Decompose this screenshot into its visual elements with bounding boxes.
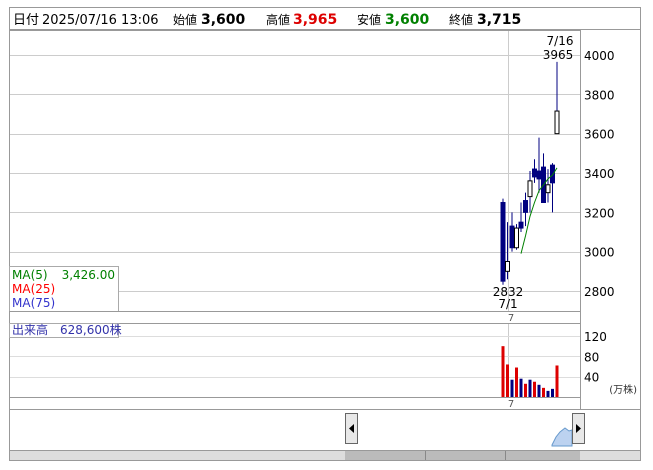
candle — [500, 198, 506, 285]
volume-bar — [551, 388, 554, 397]
volume-unit-label: (万株) — [609, 383, 637, 396]
header-high-value: 3,965 — [293, 12, 337, 28]
volume-tick-label: 40 — [584, 371, 599, 385]
candle-body — [518, 221, 524, 229]
volume-bar — [537, 384, 541, 397]
ma75-legend-label: MA(75) — [12, 296, 55, 310]
volume-tick-label: 120 — [584, 330, 607, 344]
price-tick-label: 3200 — [584, 206, 615, 220]
volume-bar — [524, 383, 527, 397]
volume-bar — [542, 387, 545, 397]
header-close-label: 終値 — [449, 12, 473, 27]
volume-bar — [506, 364, 509, 397]
volume-legend-label: 出来高 — [12, 322, 48, 337]
ma25-legend-label: MA(25) — [12, 282, 55, 296]
candle-body — [527, 180, 533, 198]
header-open-label: 始値 — [173, 12, 197, 27]
volume-xaxis-tick: 7 — [508, 399, 514, 410]
volume-bar — [501, 346, 505, 397]
stock-chart-widget: 日付 2025/07/16 13:06 始値 3,600 高値 3,965 安値… — [9, 7, 641, 461]
header-low-label: 安値 — [357, 12, 381, 27]
price-tick-label: 4000 — [584, 49, 615, 63]
candle-body — [532, 168, 537, 178]
candle-body — [509, 225, 515, 249]
annotation-low-date: 7/1 — [498, 297, 517, 311]
header-low-value: 3,600 — [385, 12, 430, 28]
volume-tick-label: 80 — [584, 350, 599, 364]
annotation-high-date: 7/16 — [547, 34, 574, 48]
candle — [514, 224, 519, 250]
price-tick-label: 3800 — [584, 88, 615, 102]
volume-xaxis-strip — [9, 397, 581, 410]
volume-bar — [546, 390, 550, 397]
header-date-label: 日付 — [13, 13, 39, 28]
price-tick-label: 3000 — [584, 246, 615, 260]
price-tick-label: 3600 — [584, 128, 615, 142]
volume-bar — [555, 365, 559, 397]
candle-body — [514, 227, 519, 249]
volume-bar — [510, 379, 514, 397]
candle-body — [550, 164, 555, 184]
navigator-scrollbar-thumb[interactable] — [345, 451, 580, 460]
volume-legend-value: 628,600株 — [60, 322, 122, 337]
volume-bar — [528, 379, 532, 397]
candle-body — [505, 261, 510, 272]
header-open-value: 3,600 — [201, 12, 246, 28]
candle-body — [545, 184, 551, 194]
header-datetime: 2025/07/16 13:06 — [42, 13, 159, 28]
candle-body — [554, 110, 560, 135]
ma5-legend-value: 3,426.00 — [62, 268, 115, 282]
header-high-label: 高値 — [266, 12, 290, 27]
candle-body — [536, 170, 542, 180]
ma5-legend-label: MA(5) — [12, 268, 48, 282]
volume-bar — [515, 367, 518, 397]
volume-bar — [533, 381, 536, 397]
annotation-high-value: 3965 — [543, 48, 574, 62]
candle-body — [500, 202, 506, 282]
candle-body — [523, 200, 528, 213]
volume-bar — [519, 378, 523, 397]
header-close-value: 3,715 — [477, 12, 521, 28]
navigator-selected-window[interactable] — [345, 410, 580, 450]
price-tick-label: 2800 — [584, 285, 615, 299]
price-xaxis-tick: 7 — [508, 313, 514, 324]
price-xaxis-strip — [9, 311, 581, 324]
price-tick-label: 3400 — [584, 167, 615, 181]
